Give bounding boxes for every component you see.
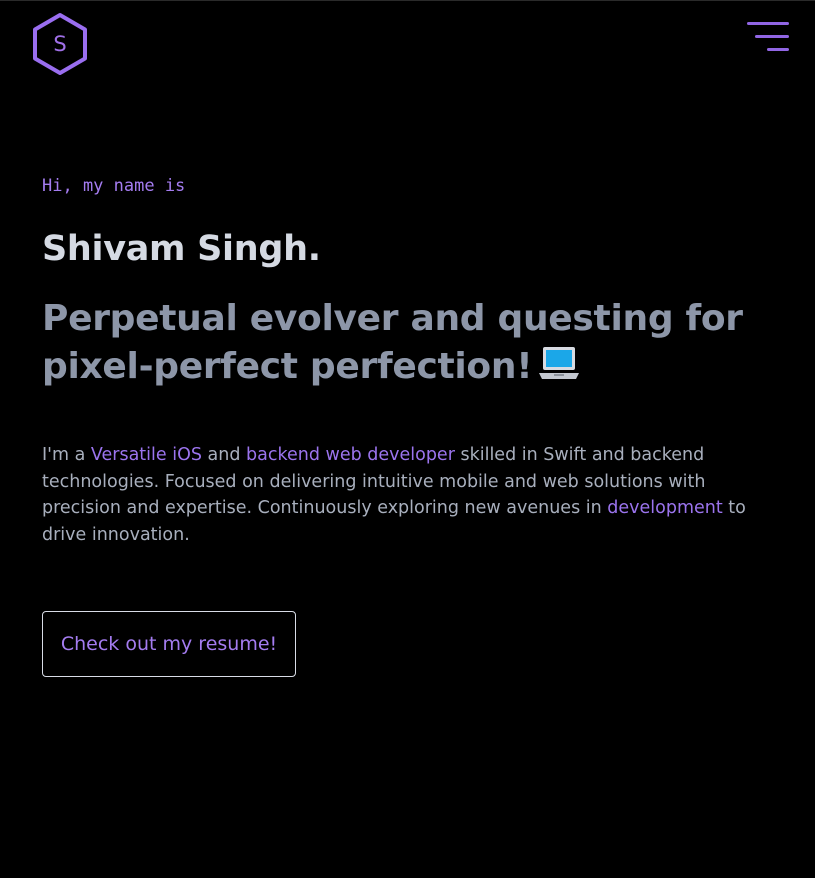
hamburger-menu-icon[interactable] [745,20,791,54]
hero-tagline-text: Perpetual evolver and questing for pixel… [42,298,743,387]
menu-bar-bottom [767,48,789,51]
logo-link[interactable]: S [31,12,89,76]
hero-bio: I'm a Versatile iOS and backend web deve… [42,442,777,548]
bio-text: and [201,445,247,465]
logo-letter: S [53,32,67,56]
menu-bar-top [747,22,789,25]
link-versatile-ios[interactable]: Versatile iOS [91,445,202,465]
hero-name: Shivam Singh. [42,229,321,269]
link-backend-web-developer[interactable]: backend web developer [246,445,455,465]
bio-text: I'm a [42,445,91,465]
intro-text: Hi, my name is [42,176,186,196]
menu-bar-middle [755,35,789,38]
laptop-icon [539,347,580,379]
resume-button[interactable]: Check out my resume! [42,611,296,677]
hero-tagline: Perpetual evolver and questing for pixel… [42,295,762,391]
link-development[interactable]: development [607,498,722,518]
